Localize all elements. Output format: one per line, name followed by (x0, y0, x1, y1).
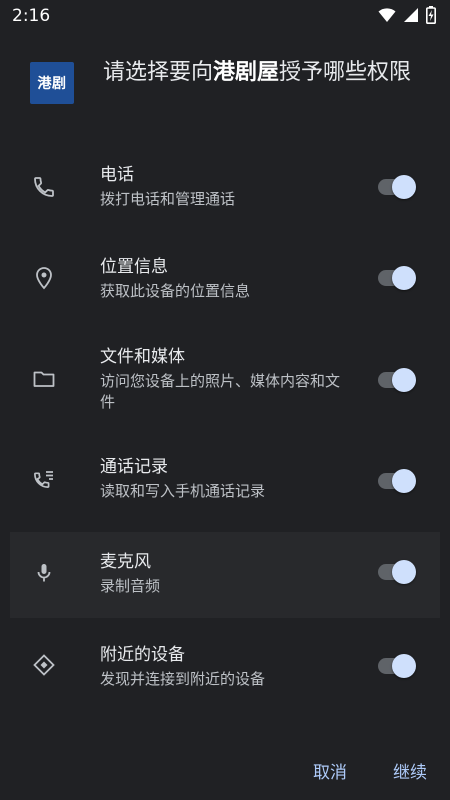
microphone-icon (37, 564, 51, 582)
location-toggle[interactable] (376, 261, 418, 295)
app-icon-text: 港剧 (37, 76, 67, 92)
toggle-thumb (392, 654, 416, 678)
cancel-button[interactable]: 取消 (313, 758, 347, 783)
permission-description: 发现并连接到附近的设备 (100, 670, 266, 688)
permission-title: 位置信息 (100, 257, 168, 277)
permission-item-nearby-devices[interactable]: 附近的设备 发现并连接到附近的设备 (10, 638, 440, 710)
toggle-thumb (392, 175, 416, 199)
permission-item-files-media[interactable]: 文件和媒体 访问您设备上的照片、媒体内容和文件 (10, 340, 440, 430)
title-prefix: 请选择要向 (103, 60, 214, 85)
call-log-toggle[interactable] (376, 464, 418, 498)
toggle-thumb (392, 469, 416, 493)
status-bar: 2:16 (0, 0, 450, 32)
permission-title: 电话 (100, 165, 134, 185)
app-icon: 港剧 (30, 62, 74, 104)
microphone-toggle[interactable] (376, 555, 418, 589)
toggle-thumb (392, 266, 416, 290)
permission-description: 拨打电话和管理通话 (100, 190, 236, 208)
wifi-icon (378, 8, 396, 22)
permission-item-location[interactable]: 位置信息 获取此设备的位置信息 (10, 250, 440, 322)
battery-charging-icon (426, 6, 436, 24)
permission-item-call-log[interactable]: 通话记录 读取和写入手机通话记录 (10, 450, 440, 522)
folder-icon (33, 371, 55, 387)
app-name: 港剧屋 (213, 60, 280, 85)
continue-button[interactable]: 继续 (393, 758, 427, 783)
permission-description: 获取此设备的位置信息 (100, 282, 251, 300)
page-title: 请选择要向港剧屋授予哪些权限 (103, 58, 423, 88)
permission-item-microphone[interactable]: 麦克风 录制音频 (10, 532, 440, 618)
status-icons (378, 6, 436, 24)
toggle-thumb (392, 560, 416, 584)
call-log-icon (34, 471, 53, 488)
permission-description: 录制音频 (100, 577, 161, 595)
status-time: 2:16 (12, 6, 51, 26)
permission-title: 麦克风 (100, 552, 151, 572)
permission-header: 港剧 请选择要向港剧屋授予哪些权限 (30, 58, 430, 122)
signal-icon (404, 8, 418, 22)
location-icon (36, 267, 52, 290)
permission-title: 通话记录 (100, 457, 168, 477)
phone-toggle[interactable] (376, 170, 418, 204)
permission-description: 读取和写入手机通话记录 (100, 482, 266, 500)
phone-icon (34, 177, 54, 197)
nearby-devices-icon (33, 654, 55, 676)
files-media-toggle[interactable] (376, 363, 418, 397)
toggle-thumb (392, 368, 416, 392)
title-suffix: 授予哪些权限 (279, 60, 412, 85)
permission-title: 文件和媒体 (100, 347, 185, 367)
permission-title: 附近的设备 (100, 645, 185, 665)
nearby-devices-toggle[interactable] (376, 649, 418, 683)
permission-description: 访问您设备上的照片、媒体内容和文件 (100, 372, 341, 411)
permission-item-phone[interactable]: 电话 拨打电话和管理通话 (10, 158, 440, 230)
